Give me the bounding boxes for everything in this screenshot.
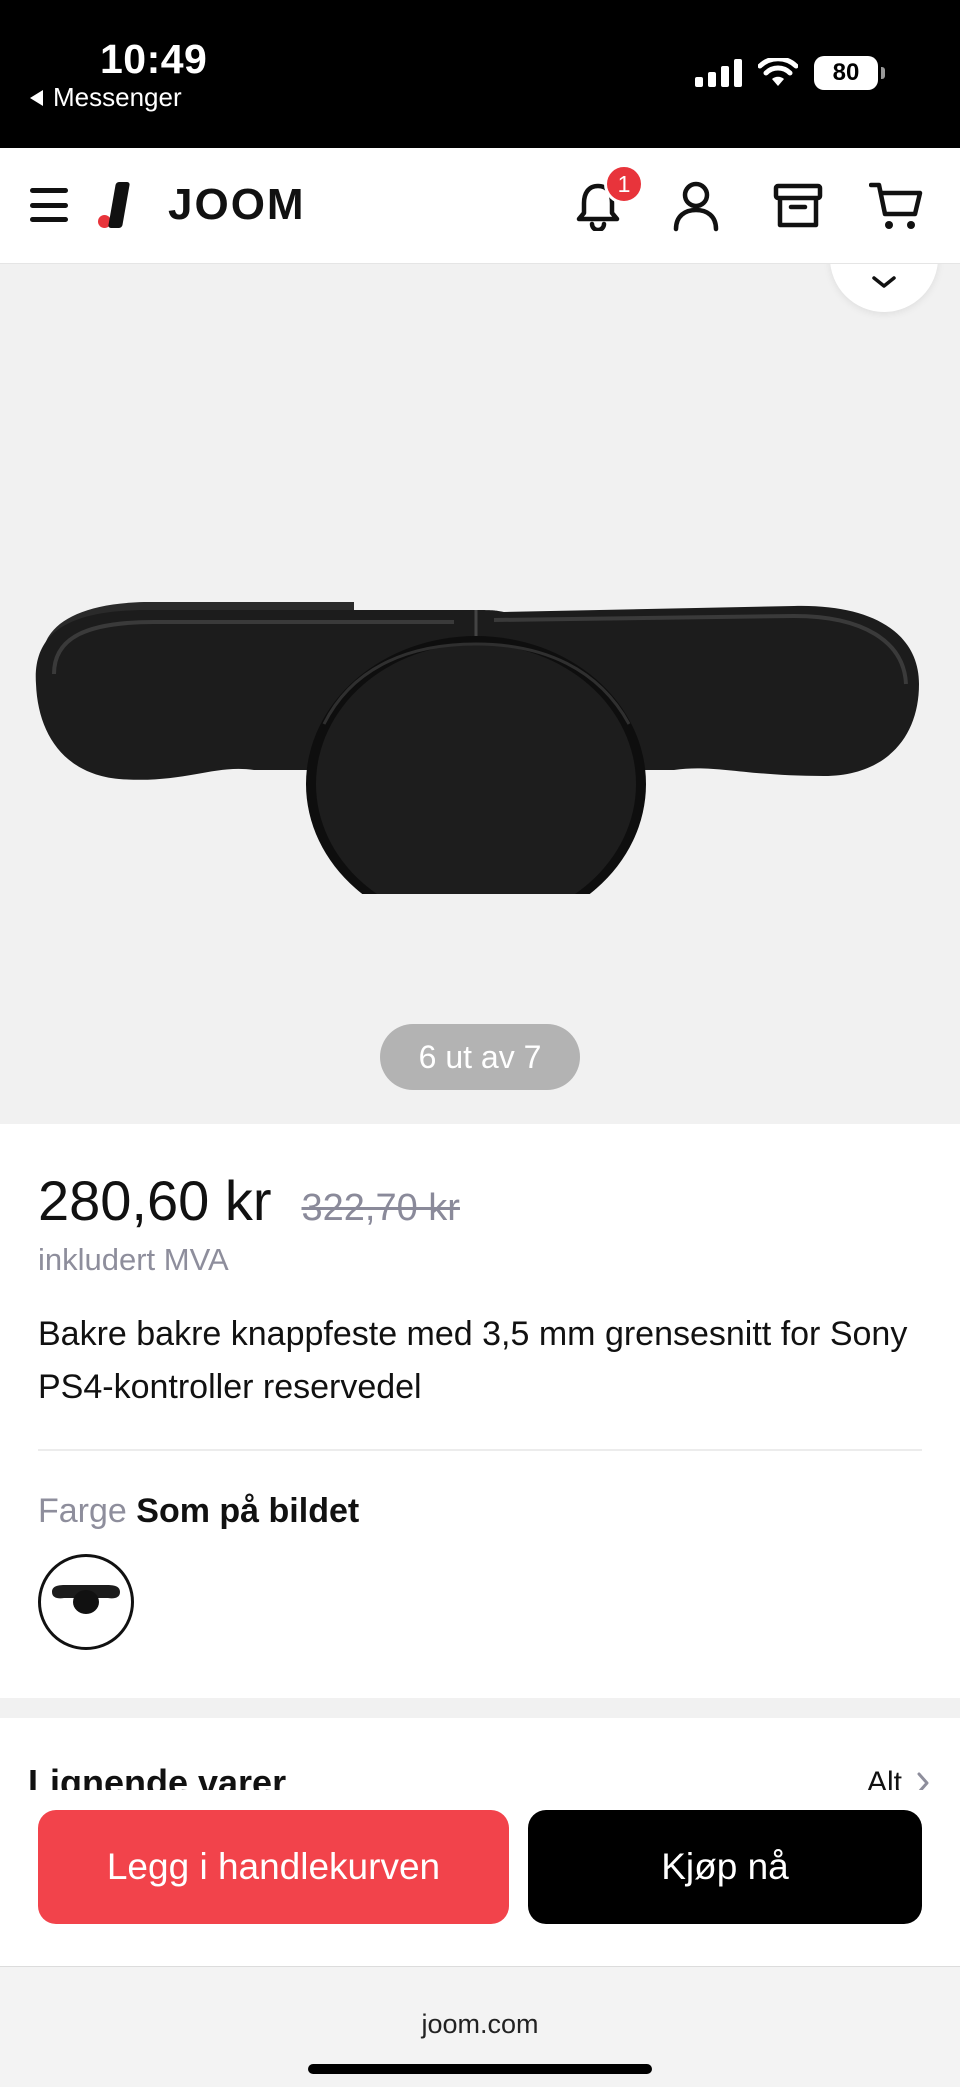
logo-mark bbox=[98, 178, 138, 232]
vat-note: inkludert MVA bbox=[38, 1242, 229, 1277]
section-gap bbox=[0, 1698, 960, 1718]
color-selector-label: Farge Som på bildet bbox=[38, 1492, 359, 1531]
orders-box-icon[interactable] bbox=[770, 178, 826, 234]
battery-icon: 80 bbox=[814, 56, 885, 90]
logo[interactable]: JOOM bbox=[98, 178, 306, 232]
back-app-label: Messenger bbox=[53, 82, 182, 112]
status-time: 10:49 bbox=[100, 36, 208, 82]
browser-bar: joom.com bbox=[0, 1966, 960, 2087]
notification-badge: 1 bbox=[604, 164, 644, 204]
wifi-icon bbox=[758, 58, 798, 86]
collapse-button[interactable] bbox=[830, 264, 938, 312]
old-price: 322,70 kr bbox=[301, 1187, 460, 1229]
logo-text: JOOM bbox=[168, 180, 306, 229]
product-gallery[interactable]: 6 ut av 7 bbox=[0, 264, 960, 1124]
menu-icon[interactable] bbox=[30, 188, 68, 222]
status-bar: 10:49 Messenger 80 bbox=[0, 0, 960, 148]
home-indicator[interactable] bbox=[308, 2064, 652, 2074]
price: 280,60 kr bbox=[38, 1169, 272, 1232]
back-to-app-link[interactable]: Messenger bbox=[30, 82, 182, 113]
status-icons: 80 bbox=[695, 56, 885, 90]
product-info: 280,60 kr 322,70 kr inkludert MVA Bakre … bbox=[0, 1124, 960, 1698]
color-label: Farge bbox=[38, 1492, 127, 1530]
add-to-cart-button[interactable]: Legg i handlekurven bbox=[38, 1810, 509, 1924]
url-label[interactable]: joom.com bbox=[0, 2009, 960, 2040]
divider bbox=[38, 1449, 922, 1451]
battery-level: 80 bbox=[832, 59, 860, 86]
chevron-down-icon bbox=[872, 276, 896, 288]
image-counter: 6 ut av 7 bbox=[380, 1024, 580, 1090]
site-header: JOOM bbox=[0, 148, 960, 264]
action-bar: Legg i handlekurven Kjøp nå bbox=[0, 1790, 960, 1966]
product-thumbnail bbox=[52, 1585, 120, 1614]
cart-icon[interactable] bbox=[868, 178, 924, 234]
price-row: 280,60 kr 322,70 kr bbox=[38, 1168, 460, 1233]
product-title: Bakre bakre knappfeste med 3,5 mm grense… bbox=[38, 1315, 908, 1406]
back-triangle-icon bbox=[30, 89, 43, 106]
user-icon[interactable] bbox=[668, 178, 724, 234]
buy-now-button[interactable]: Kjøp nå bbox=[528, 1810, 922, 1924]
color-value: Som på bildet bbox=[136, 1492, 360, 1530]
product-image bbox=[35, 602, 920, 894]
signal-icon bbox=[695, 59, 742, 87]
color-swatch[interactable] bbox=[38, 1554, 134, 1650]
